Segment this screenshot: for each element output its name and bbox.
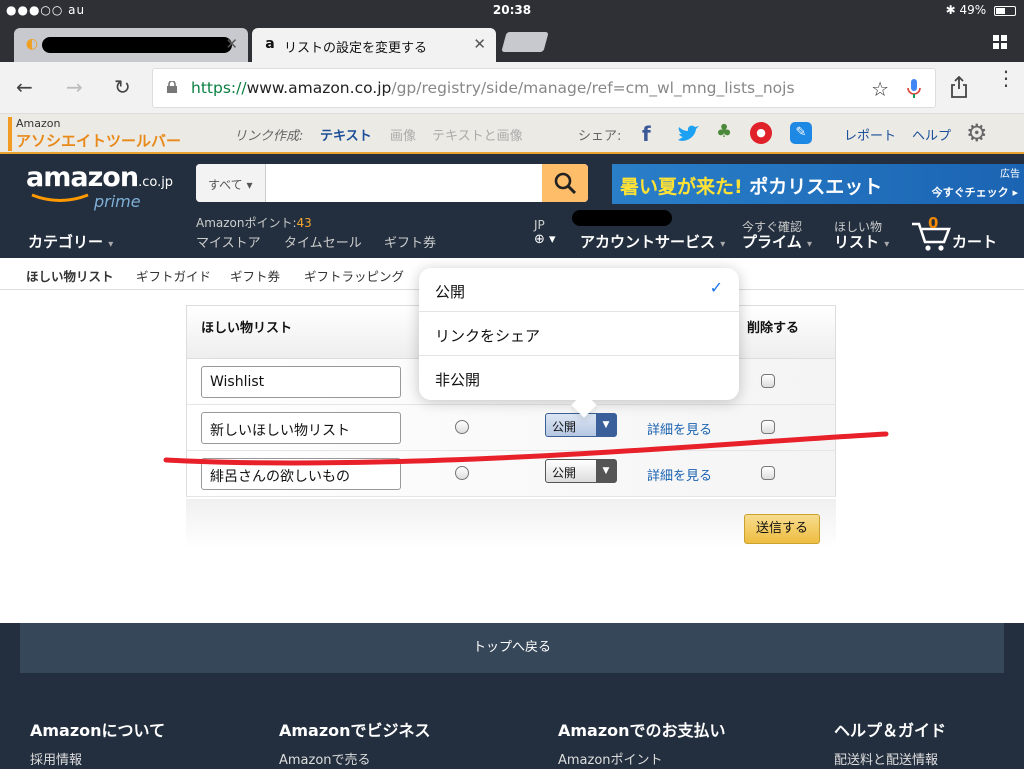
promo-banner[interactable]: 暑い夏が来た! ポカリスエット 広告 今すぐチェック ▸	[612, 164, 1024, 204]
link-text-button[interactable]: テキスト	[320, 125, 372, 144]
account-services-menu[interactable]: アカウントサービス ▾	[580, 231, 725, 252]
list-name-input[interactable]: Wishlist	[201, 366, 401, 398]
tab-redacted[interactable]: ◐ ✕	[14, 28, 248, 62]
forward-arrow-icon[interactable]: →	[66, 75, 83, 99]
footer-link[interactable]: Amazonで売る	[279, 749, 431, 768]
more-menu-icon[interactable]: ⋮	[996, 68, 1016, 88]
table-footer	[186, 499, 836, 549]
cart-label[interactable]: カート	[952, 231, 997, 252]
amazon-header: amazon.co.jp prime すべて ▾ 暑い夏が来た! ポカリスエット…	[0, 154, 1024, 258]
points-label: Amazonポイント:43	[196, 216, 312, 230]
footer-column: ヘルプ＆ガイド 配送料と配送情報	[834, 721, 947, 768]
redacted-account-name	[572, 210, 672, 226]
globe-icon[interactable]: ⊕ ▾	[534, 232, 556, 247]
subnav-wishlist[interactable]: ほしい物リスト	[26, 266, 114, 285]
footer-link[interactable]: 配送料と配送情報	[834, 749, 946, 768]
back-arrow-icon[interactable]: ←	[16, 75, 33, 99]
link-create-label: リンク作成:	[234, 129, 304, 144]
url-text: https://www.amazon.co.jp/gp/registry/sid…	[191, 79, 795, 97]
redacted-tab-title	[42, 37, 232, 53]
facebook-icon[interactable]: f	[642, 122, 651, 146]
delete-checkbox[interactable]	[761, 374, 775, 388]
amazon-favicon-icon: a	[265, 36, 275, 52]
privacy-option-public[interactable]: 公開 ✓	[419, 268, 739, 312]
bookmark-star-icon[interactable]: ☆	[871, 77, 889, 101]
time-sale-link[interactable]: タイムセール	[284, 232, 362, 251]
reload-icon[interactable]: ↻	[114, 75, 131, 99]
language-label[interactable]: JP	[534, 218, 545, 232]
feather-icon[interactable]: ✎	[790, 122, 812, 144]
battery-icon	[994, 5, 1016, 16]
subnav-gift-wrapping[interactable]: ギフトラッピング	[304, 266, 404, 285]
default-list-radio[interactable]	[455, 466, 469, 480]
wishlist-menu[interactable]: リスト ▾	[834, 231, 889, 252]
search-bar: すべて ▾	[196, 164, 588, 202]
subnav-gift-card[interactable]: ギフト券	[230, 266, 280, 285]
footer-column: Amazonでのお支払い Amazonポイント	[558, 721, 726, 768]
status-bar: ●●●○○ au 20:38 ✱ 49%	[0, 0, 1024, 22]
search-button[interactable]	[542, 164, 588, 202]
back-to-top-button[interactable]: トップへ戻る	[20, 623, 1004, 673]
footer-column: Amazonでビジネス Amazonで売る	[279, 721, 431, 768]
footer-link[interactable]: Amazonポイント	[558, 749, 726, 768]
gift-card-link[interactable]: ギフト券	[384, 232, 436, 251]
privacy-dropdown-popover: 公開 ✓ リンクをシェア 非公開	[419, 268, 739, 418]
submit-button[interactable]: 送信する	[744, 514, 820, 544]
ad-label: 広告	[1000, 169, 1020, 180]
associate-brand: Amazon アソシエイトツールバー	[8, 117, 218, 151]
page-footer: トップへ戻る Amazonについて 採用情報 Amazonでビジネス Amazo…	[0, 623, 1024, 769]
checkmark-icon: ✓	[709, 278, 723, 297]
smile-arrow-icon	[31, 193, 89, 202]
blog-share-icon[interactable]: ●	[750, 122, 772, 144]
close-tab-icon[interactable]: ✕	[473, 35, 486, 53]
footer-column: Amazonについて 採用情報	[30, 721, 166, 768]
search-icon	[554, 172, 576, 194]
link-text-image-button[interactable]: テキストと画像	[432, 125, 523, 144]
tab-list-settings[interactable]: a リストの設定を変更する ✕	[252, 28, 496, 62]
tab-favicon-icon: ◐	[25, 36, 39, 52]
cart-count: 0	[928, 214, 939, 232]
prime-menu[interactable]: プライム ▾	[742, 231, 812, 252]
share-icon[interactable]	[950, 76, 968, 98]
bluetooth-icon: ✱	[945, 3, 956, 17]
share-label: シェア:	[578, 129, 622, 144]
footer-link[interactable]: 採用情報	[30, 749, 165, 768]
subnav-gift-guide[interactable]: ギフトガイド	[136, 266, 211, 285]
my-store-link[interactable]: マイストア	[196, 232, 261, 251]
microphone-icon[interactable]	[907, 79, 921, 99]
close-tab-icon[interactable]: ✕	[225, 35, 238, 53]
new-tab-button[interactable]	[501, 32, 549, 52]
lock-icon	[167, 81, 177, 93]
associate-toolbar: Amazon アソシエイトツールバー リンク作成: テキスト 画像 テキストと画…	[0, 114, 1024, 154]
amazon-logo[interactable]: amazon.co.jp prime	[26, 162, 173, 212]
address-bar[interactable]: https://www.amazon.co.jp/gp/registry/sid…	[152, 68, 936, 108]
search-input[interactable]	[268, 164, 542, 202]
twitter-icon[interactable]	[676, 124, 700, 144]
browser-toolbar: ← → ↻ https://www.amazon.co.jp/gp/regist…	[0, 62, 1024, 114]
battery-percent: 49%	[959, 3, 987, 17]
tab-title: リストの設定を変更する	[284, 41, 428, 56]
column-header-delete: 削除する	[747, 321, 800, 336]
tab-switcher-icon[interactable]	[992, 34, 1008, 50]
hatena-icon[interactable]: ♣	[716, 121, 732, 142]
search-category-select[interactable]: すべて ▾	[196, 164, 266, 202]
battery-status: ✱ 49%	[946, 3, 1016, 17]
gear-icon[interactable]: ⚙	[966, 119, 988, 147]
red-annotation-stroke	[163, 431, 889, 466]
report-link[interactable]: レポート	[844, 125, 896, 144]
clock: 20:38	[492, 3, 532, 17]
column-header-list: ほしい物リスト	[201, 321, 293, 336]
privacy-option-shared[interactable]: リンクをシェア	[419, 312, 739, 356]
help-link[interactable]: ヘルプ	[912, 125, 951, 144]
promo-cta: 今すぐチェック ▸	[931, 186, 1018, 199]
tab-bar: ◐ ✕ a リストの設定を変更する ✕	[0, 22, 1024, 62]
categories-menu[interactable]: カテゴリー ▾	[28, 231, 113, 252]
link-image-button[interactable]: 画像	[390, 125, 416, 144]
privacy-option-private[interactable]: 非公開	[419, 356, 739, 400]
delete-checkbox[interactable]	[761, 466, 775, 480]
